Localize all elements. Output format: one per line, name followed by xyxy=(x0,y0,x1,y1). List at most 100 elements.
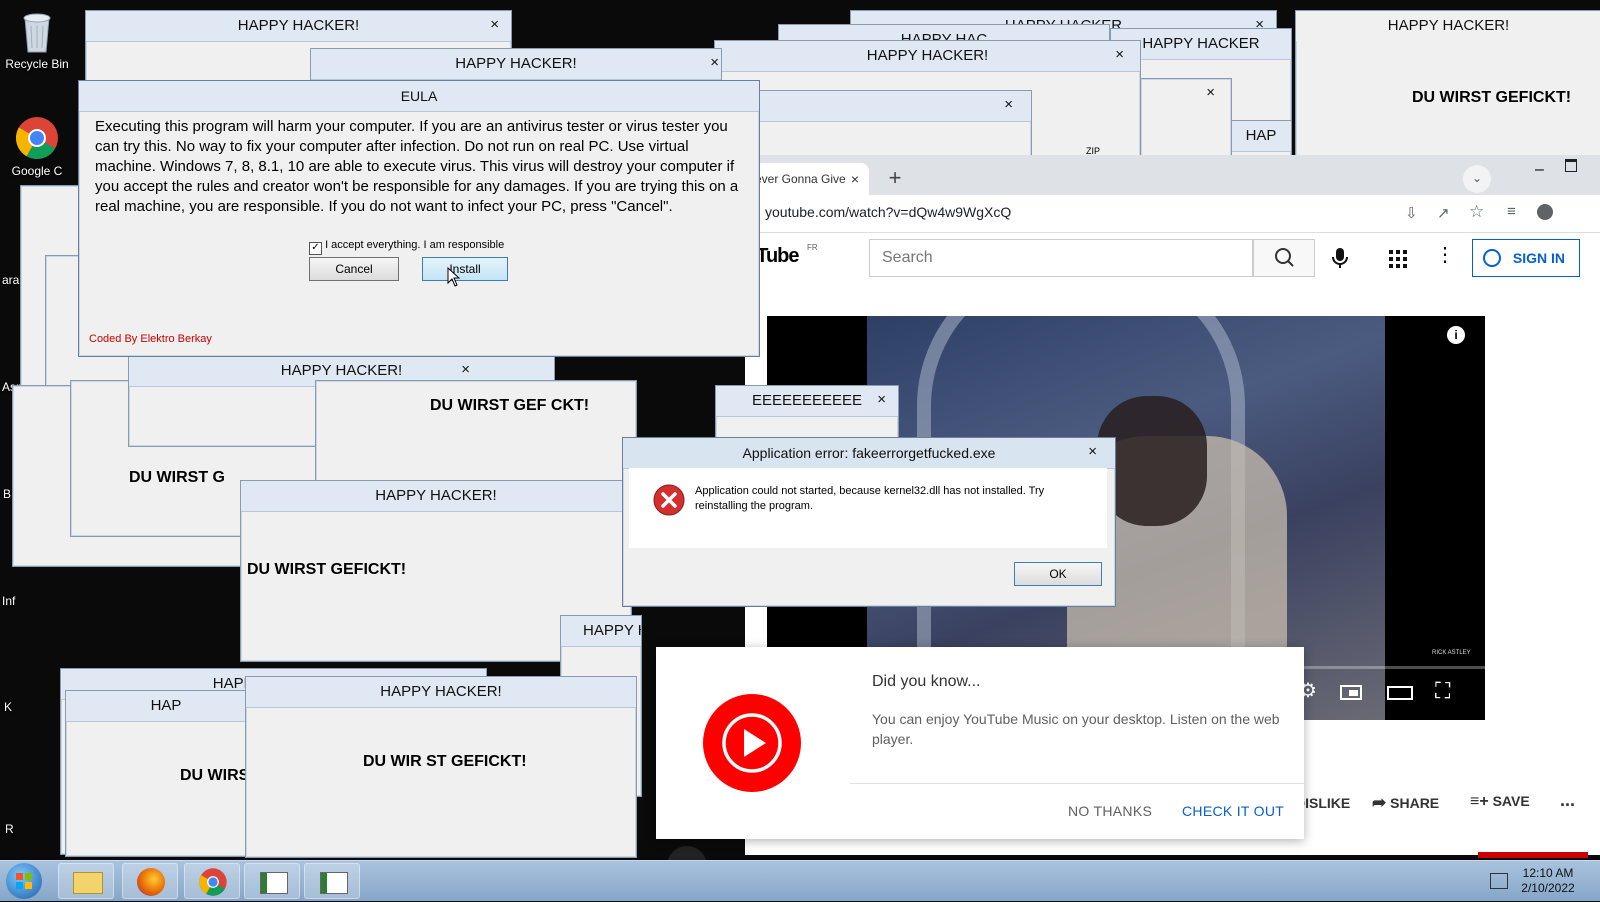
popup-title-bar xyxy=(756,91,1031,122)
popup-message: DU WIRST G xyxy=(129,469,225,486)
reading-list-icon[interactable]: ≡ xyxy=(1507,203,1516,220)
share-button[interactable]: ➦ SHARE xyxy=(1372,793,1439,813)
apps-grid-icon[interactable] xyxy=(1389,250,1407,268)
popup-divider xyxy=(850,783,1304,784)
eula-install-button[interactable]: Install xyxy=(422,257,508,281)
popup-heading: Did you know... xyxy=(872,673,981,690)
popup-window[interactable]: HAP DU WIRS xyxy=(65,690,267,857)
eula-text: Executing this program will harm your co… xyxy=(95,118,739,215)
desktop-icon-recycle-bin[interactable]: Recycle Bin xyxy=(0,8,74,71)
fullscreen-icon[interactable]: ⛶ xyxy=(1435,680,1450,702)
search-button[interactable] xyxy=(1253,239,1315,277)
eula-cancel-button[interactable]: Cancel xyxy=(309,257,399,281)
close-icon[interactable]: × xyxy=(1115,41,1124,69)
accept-checkbox-row[interactable]: ✓ I accept everything. I am responsible xyxy=(309,239,504,255)
taskbar-explorer[interactable] xyxy=(58,863,114,899)
mouse-cursor-icon xyxy=(447,267,461,287)
popup-title: HAPPY HACKER! xyxy=(1296,11,1600,41)
error-dialog: Application error: fakeerrorgetfucked.ex… xyxy=(622,437,1116,607)
popup-window[interactable]: × xyxy=(1140,78,1232,160)
share-label: SHARE xyxy=(1390,795,1440,811)
clock-date: 2/10/2022 xyxy=(1521,881,1575,895)
app-window-icon xyxy=(260,872,288,894)
popup-title: HAPPY HACKER! xyxy=(86,11,511,42)
desktop-label-partial: R xyxy=(5,822,14,836)
search-icon xyxy=(1275,248,1294,267)
desktop-icon-label: Google C xyxy=(11,164,63,178)
desktop-label-partial: K xyxy=(4,700,13,714)
bookmark-star-icon[interactable]: ☆ xyxy=(1469,202,1484,222)
desktop-label-partial: Inf xyxy=(2,594,16,608)
popup-window[interactable]: × ZIP xyxy=(755,90,1100,162)
miniplayer-icon[interactable] xyxy=(1340,685,1362,700)
popup-title: HAPPY HACKER! xyxy=(241,481,631,512)
taskbar-app-window[interactable] xyxy=(244,863,300,899)
tab-close-icon[interactable]: × xyxy=(851,163,859,195)
subscribe-bar xyxy=(1478,852,1588,858)
youtube-music-logo-icon xyxy=(703,694,801,792)
popup-message: DU WIR ST GEFICKT! xyxy=(363,753,527,770)
desktop-icon-chrome[interactable]: Google C xyxy=(0,115,74,178)
url-text[interactable]: youtube.com/watch?v=dQw4w9WgXcQ xyxy=(765,204,1011,220)
error-ok-button[interactable]: OK xyxy=(1014,562,1102,586)
close-icon[interactable]: × xyxy=(1004,91,1013,119)
close-icon[interactable]: × xyxy=(877,386,886,414)
taskbar: 12:10 AM 2/10/2022 xyxy=(0,860,1600,901)
popup-title: HAPPY H xyxy=(561,616,641,647)
browser-tab[interactable]: ever Gonna Give × xyxy=(745,163,869,195)
popup-window[interactable]: HAPPY HACKER! DU WIRST GEFICKT! xyxy=(1295,10,1600,160)
eula-title: EULA xyxy=(79,81,759,112)
share-page-icon[interactable]: ↗ xyxy=(1437,204,1450,222)
microphone-icon[interactable] xyxy=(1330,247,1350,269)
info-icon[interactable]: i xyxy=(1447,326,1465,344)
close-icon[interactable]: × xyxy=(710,49,719,77)
share-icon: ➦ xyxy=(1372,793,1387,812)
accept-checkbox[interactable]: ✓ xyxy=(309,242,322,255)
yt-music-popup: Did you know... You can enjoy YouTube Mu… xyxy=(656,647,1304,839)
taskbar-firefox[interactable] xyxy=(122,863,178,899)
recycle-bin-icon xyxy=(23,13,51,53)
tab-list-icon[interactable]: ⌄ xyxy=(1463,165,1491,193)
action-center-icon[interactable] xyxy=(1490,873,1508,889)
popup-title: HAPPY HACKER! xyxy=(311,49,721,80)
tab-strip: ever Gonna Give × + ⌄ – xyxy=(745,155,1600,195)
clock[interactable]: 12:10 AM 2/10/2022 xyxy=(1508,866,1588,896)
more-actions-button[interactable]: ... xyxy=(1560,790,1575,811)
account-icon xyxy=(1483,249,1501,267)
close-icon[interactable]: × xyxy=(1088,438,1097,466)
close-icon[interactable]: × xyxy=(490,11,499,39)
tab-title: ever Gonna Give xyxy=(755,172,846,186)
new-tab-button[interactable]: + xyxy=(881,165,909,193)
taskbar-chrome[interactable] xyxy=(184,863,240,899)
desktop-label-partial: ara xyxy=(2,273,20,287)
minimize-icon[interactable]: – xyxy=(1535,161,1544,179)
install-app-icon[interactable]: ⇩ xyxy=(1405,204,1418,222)
theater-mode-icon[interactable] xyxy=(1387,686,1413,700)
check-it-out-button[interactable]: CHECK IT OUT xyxy=(1182,803,1284,819)
error-icon xyxy=(653,484,685,516)
folder-icon xyxy=(73,872,103,894)
address-bar[interactable]: youtube.com/watch?v=dQw4w9WgXcQ ⇩ ↗ ☆ ≡ xyxy=(745,195,1600,233)
popup-message: DU WIRST GEFICKT! xyxy=(1412,89,1572,106)
chrome-icon xyxy=(15,117,58,160)
sign-in-button[interactable]: SIGN IN xyxy=(1472,239,1580,277)
popup-title: HAP xyxy=(66,691,266,722)
no-thanks-button[interactable]: NO THANKS xyxy=(1068,803,1152,819)
popup-window[interactable]: DU WIRST GEF CKT! xyxy=(315,380,637,492)
maximize-icon[interactable] xyxy=(1565,159,1577,172)
popup-window[interactable]: HAPPY HACKER! DU WIR ST GEFICKT! xyxy=(245,676,637,858)
start-button[interactable] xyxy=(6,863,42,899)
save-playlist-icon: ≡+ xyxy=(1470,793,1489,810)
more-options-icon[interactable]: ⋮ xyxy=(1435,245,1455,265)
search-input[interactable]: Search xyxy=(869,239,1253,277)
taskbar-app-window[interactable] xyxy=(304,863,360,899)
popup-title: HAPPY HACKER! xyxy=(715,41,1140,72)
error-title: Application error: fakeerrorgetfucked.ex… xyxy=(623,438,1115,469)
app-window-icon xyxy=(320,872,348,894)
popup-title: HAP xyxy=(1231,121,1291,152)
profile-icon[interactable] xyxy=(1537,204,1553,220)
close-icon[interactable]: × xyxy=(1206,79,1215,107)
chrome-icon xyxy=(199,868,227,896)
region-code: FR xyxy=(807,243,818,252)
save-button[interactable]: ≡+ SAVE xyxy=(1470,793,1530,811)
